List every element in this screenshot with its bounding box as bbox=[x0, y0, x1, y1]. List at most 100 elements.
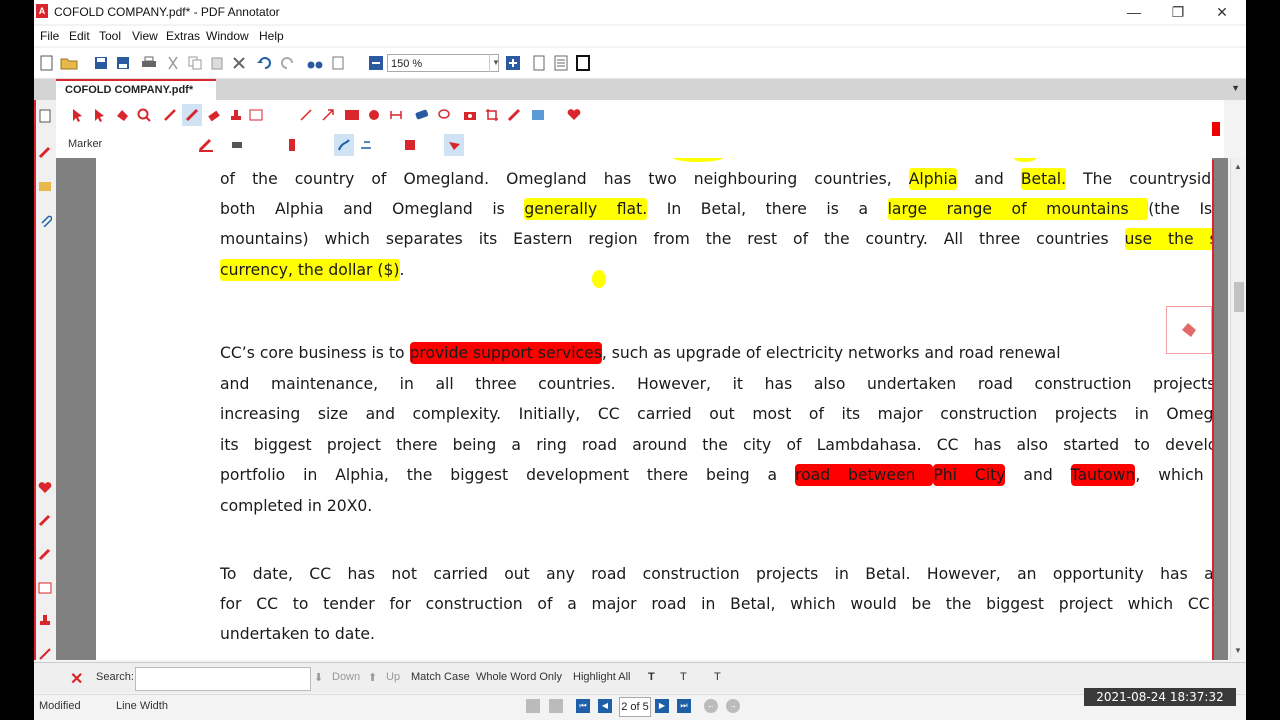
whole-word-toggle[interactable]: Whole Word Only bbox=[476, 671, 562, 683]
find-down-arrow-icon[interactable]: ⬇ bbox=[314, 671, 323, 684]
line-tool-icon[interactable] bbox=[296, 104, 316, 126]
text-tool-icon[interactable] bbox=[246, 104, 266, 126]
favorite-heart-icon[interactable] bbox=[37, 480, 53, 496]
highlight-road-between[interactable]: road between bbox=[795, 464, 934, 486]
text-format-icon[interactable]: T bbox=[648, 671, 655, 683]
find-up-button[interactable]: Up bbox=[386, 671, 400, 683]
close-window-button[interactable]: ✕ bbox=[1212, 3, 1232, 21]
pen-tool-icon[interactable] bbox=[37, 144, 53, 160]
insert-image-icon[interactable] bbox=[528, 104, 548, 126]
tab-list-button[interactable]: ▼ bbox=[1231, 83, 1240, 93]
fill-color-icon[interactable] bbox=[228, 134, 248, 156]
match-case-toggle[interactable]: Match Case bbox=[411, 671, 470, 683]
menu-view[interactable]: View bbox=[132, 29, 158, 43]
page-number-field[interactable]: 2 of 5 bbox=[619, 697, 651, 717]
lasso-icon[interactable] bbox=[434, 104, 454, 126]
text-box-icon[interactable] bbox=[37, 580, 53, 596]
hand-tool-panel-icon[interactable] bbox=[1166, 306, 1212, 354]
paste-icon[interactable] bbox=[208, 54, 226, 72]
zoom-in-icon[interactable] bbox=[504, 54, 522, 72]
highlight-betal[interactable]: Betal. bbox=[1020, 168, 1067, 190]
delete-icon[interactable] bbox=[230, 54, 248, 72]
menu-file[interactable]: File bbox=[40, 29, 59, 43]
highlighter-icon[interactable] bbox=[37, 546, 53, 562]
scroll-up-arrow[interactable]: ▲ bbox=[1234, 162, 1242, 171]
new-document-icon[interactable] bbox=[38, 54, 56, 72]
pen-icon[interactable] bbox=[160, 104, 180, 126]
tab-cofold-company[interactable]: COFOLD COMPANY.pdf* bbox=[56, 79, 216, 100]
menu-help[interactable]: Help bbox=[259, 29, 284, 43]
hand-pen-icon[interactable] bbox=[444, 134, 464, 156]
text-underline-icon[interactable]: T bbox=[680, 671, 687, 683]
scroll-thumb[interactable] bbox=[1234, 282, 1244, 312]
redo-icon[interactable] bbox=[278, 54, 296, 72]
line-width-icon[interactable] bbox=[282, 134, 302, 156]
crop-icon[interactable] bbox=[482, 104, 502, 126]
page-thumbs-2-icon[interactable] bbox=[549, 699, 563, 713]
attachment-icon[interactable] bbox=[37, 212, 53, 228]
hand-tool-icon[interactable] bbox=[112, 104, 132, 126]
highlight-alphia[interactable]: Alphia bbox=[908, 168, 958, 190]
undo-icon[interactable] bbox=[256, 54, 274, 72]
favorites-heart-icon[interactable] bbox=[564, 104, 584, 126]
marker-icon[interactable] bbox=[182, 104, 202, 126]
menu-extras[interactable]: Extras bbox=[166, 29, 200, 43]
copy-icon[interactable] bbox=[186, 54, 204, 72]
save-icon[interactable] bbox=[92, 54, 110, 72]
page-layout-icon[interactable] bbox=[330, 54, 348, 72]
folder-icon[interactable] bbox=[37, 178, 53, 194]
font-style-icon[interactable] bbox=[400, 134, 420, 156]
restore-button[interactable]: ❐ bbox=[1168, 3, 1188, 21]
highlight-mountains[interactable]: large range of mountains bbox=[887, 198, 1149, 220]
print-icon[interactable] bbox=[140, 54, 158, 72]
cut-icon[interactable] bbox=[164, 54, 182, 72]
eraser-icon[interactable] bbox=[204, 104, 224, 126]
scroll-down-arrow[interactable]: ▼ bbox=[1234, 646, 1242, 655]
highlight-currency[interactable]: currency, the dollar ($) bbox=[220, 259, 400, 281]
page-thumbs-icon[interactable] bbox=[526, 699, 540, 713]
last-page-icon[interactable]: ⏭ bbox=[677, 699, 691, 713]
camera-icon[interactable] bbox=[460, 104, 480, 126]
vertical-scrollbar[interactable]: ▲ ▼ bbox=[1230, 158, 1246, 660]
previous-page-icon[interactable]: ◀ bbox=[598, 699, 612, 713]
two-page-icon[interactable] bbox=[552, 54, 570, 72]
highlight-tautown[interactable]: Tautown bbox=[1070, 464, 1136, 486]
minimize-button[interactable]: — bbox=[1124, 3, 1144, 21]
zoom-dropdown-arrow[interactable]: ▼ bbox=[489, 54, 502, 72]
stamp-tool-icon[interactable] bbox=[226, 104, 246, 126]
open-folder-icon[interactable] bbox=[60, 54, 78, 72]
highlight-support-services[interactable]: provide support services bbox=[409, 342, 602, 364]
find-up-arrow-icon[interactable]: ⬆ bbox=[368, 671, 377, 684]
stamp-icon[interactable] bbox=[37, 612, 53, 628]
zoom-input[interactable]: 150 % bbox=[387, 54, 499, 72]
zoom-tool-icon[interactable] bbox=[134, 104, 154, 126]
search-input[interactable] bbox=[135, 667, 311, 691]
text-strike-icon[interactable]: T bbox=[714, 671, 721, 683]
zoom-out-icon[interactable] bbox=[367, 54, 385, 72]
marker-color-icon[interactable] bbox=[196, 134, 216, 156]
dimension-tool-icon[interactable] bbox=[386, 104, 406, 126]
straighten-icon[interactable] bbox=[356, 134, 376, 156]
ellipse-tool-icon[interactable] bbox=[364, 104, 384, 126]
eraser-tool-icon[interactable] bbox=[412, 104, 432, 126]
close-find-icon[interactable]: ✕ bbox=[70, 669, 83, 689]
next-page-icon[interactable]: ▶ bbox=[655, 699, 669, 713]
marker-tool-icon[interactable] bbox=[37, 512, 53, 528]
save-as-icon[interactable] bbox=[114, 54, 132, 72]
arrow-line-icon[interactable] bbox=[318, 104, 338, 126]
first-page-icon[interactable]: ⏮ bbox=[576, 699, 590, 713]
select-arrow-icon[interactable] bbox=[68, 104, 88, 126]
menu-tool[interactable]: Tool bbox=[99, 29, 121, 43]
highlight-generally-flat[interactable]: generally flat. bbox=[524, 198, 648, 220]
arrow-tool-icon[interactable] bbox=[37, 646, 53, 662]
single-page-icon[interactable] bbox=[530, 54, 548, 72]
menu-window[interactable]: Window bbox=[206, 29, 249, 43]
menu-edit[interactable]: Edit bbox=[69, 29, 90, 43]
highlight-all-toggle[interactable]: Highlight All bbox=[573, 671, 630, 683]
blank-page-icon[interactable] bbox=[37, 108, 53, 124]
find-binoculars-icon[interactable] bbox=[306, 54, 324, 72]
rectangle-tool-icon[interactable] bbox=[342, 104, 362, 126]
smooth-stroke-icon[interactable] bbox=[334, 134, 354, 156]
forward-icon[interactable]: → bbox=[726, 699, 740, 713]
highlight-phi-city[interactable]: Phi City bbox=[933, 464, 1006, 486]
